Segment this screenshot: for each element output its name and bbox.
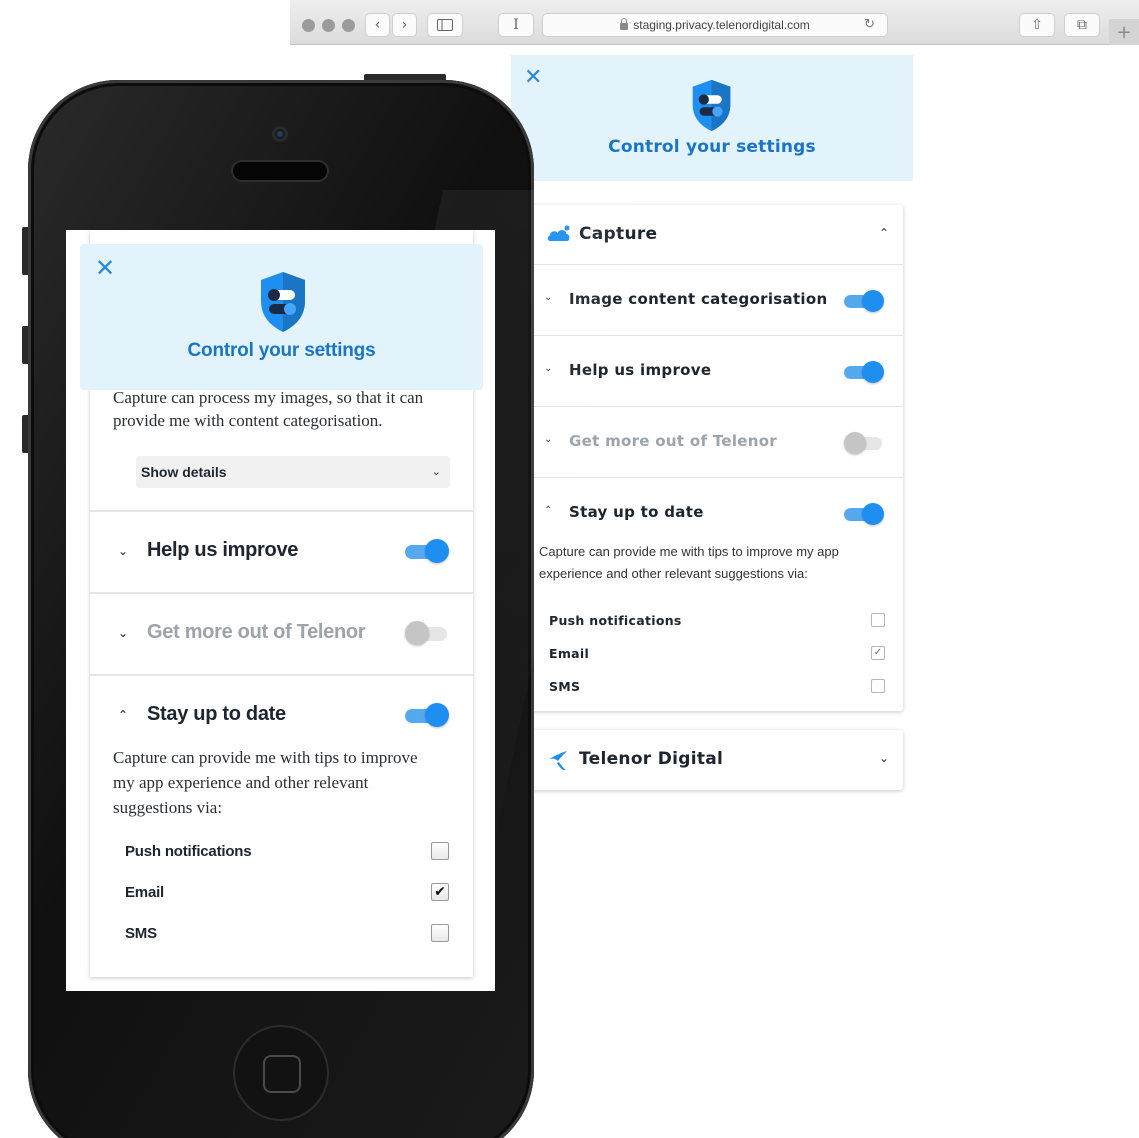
image-categorisation-description: Capture can process my images, so that i… xyxy=(113,388,424,430)
tabs-icon[interactable]: ⧉ xyxy=(1064,13,1100,37)
option-push-notifications[interactable]: Push notifications xyxy=(125,840,449,864)
option-email[interactable]: Email ✔ xyxy=(125,881,449,905)
stay-description: Capture can provide me with tips to impr… xyxy=(539,544,839,581)
sms-checkbox[interactable] xyxy=(871,679,885,693)
stay-description: Capture can provide me with tips to impr… xyxy=(113,748,418,817)
shield-settings-icon xyxy=(692,79,731,132)
shield-settings-icon xyxy=(261,272,305,332)
option-email[interactable]: Email ✓ xyxy=(549,644,885,664)
email-checkbox[interactable]: ✔ xyxy=(431,883,449,901)
push-notifications-checkbox[interactable] xyxy=(871,613,885,627)
sidebar-icon[interactable] xyxy=(427,13,463,37)
close-window-dot[interactable] xyxy=(302,19,315,32)
option-label: Email xyxy=(125,884,165,901)
show-details-button[interactable]: Show details ⌄ xyxy=(136,456,450,488)
option-push-notifications[interactable]: Push notifications xyxy=(549,611,885,631)
chevron-down-icon[interactable]: ⌄ xyxy=(118,544,128,558)
close-icon[interactable]: ✕ xyxy=(95,256,115,280)
push-notifications-checkbox[interactable] xyxy=(431,842,449,860)
setting-row-stay-up-to-date: ⌃ Stay up to date Capture can provide me… xyxy=(531,478,903,710)
phone-camera xyxy=(272,126,288,142)
option-sms[interactable]: SMS xyxy=(549,677,885,697)
help-improve-toggle[interactable] xyxy=(405,539,449,564)
chevron-down-icon: ⌄ xyxy=(431,465,441,478)
lock-icon xyxy=(620,17,629,30)
browser-toolbar: ‹ › I staging.privacy.telenordigital.com… xyxy=(290,0,1139,45)
page-title: Control your settings xyxy=(608,137,816,157)
option-label: SMS xyxy=(125,925,157,942)
option-sms[interactable]: SMS xyxy=(125,922,449,946)
phone-screen: Capture can process my images, so that i… xyxy=(66,230,495,991)
forward-icon[interactable]: › xyxy=(392,13,417,37)
reader-icon[interactable]: I xyxy=(498,13,534,37)
chevron-up-icon[interactable]: ⌃ xyxy=(879,226,889,240)
mobile-row-help-improve[interactable]: ⌄ Help us improve xyxy=(90,518,473,588)
sms-checkbox[interactable] xyxy=(431,924,449,942)
desktop-header: ✕ Control your settings xyxy=(511,55,913,181)
phone-speaker xyxy=(233,162,327,180)
setting-label: Get more out of Telenor xyxy=(569,432,778,450)
chevron-down-icon[interactable]: ⌄ xyxy=(118,626,128,640)
telenor-digital-card[interactable]: Telenor Digital ⌄ xyxy=(531,730,903,790)
url-text: staging.privacy.telenordigital.com xyxy=(633,18,810,32)
stay-up-to-date-toggle[interactable] xyxy=(405,703,449,728)
stay-up-to-date-header[interactable]: ⌃ Stay up to date xyxy=(531,478,903,548)
setting-label: Stay up to date xyxy=(569,503,704,521)
option-label: SMS xyxy=(549,679,581,694)
stay-up-to-date-toggle[interactable] xyxy=(844,503,884,525)
back-icon[interactable]: ‹ xyxy=(365,13,390,37)
share-icon[interactable]: ⇧ xyxy=(1019,13,1055,37)
image-categorisation-toggle[interactable] xyxy=(844,290,884,312)
zoom-window-dot[interactable] xyxy=(342,19,355,32)
mobile-header: ✕ Control your settings xyxy=(80,244,483,390)
option-label: Email xyxy=(549,646,590,661)
new-tab-icon[interactable]: + xyxy=(1109,19,1139,45)
page-title: Control your settings xyxy=(187,340,376,361)
mobile-row-get-more[interactable]: ⌄ Get more out of Telenor xyxy=(90,600,473,670)
telenor-card-header[interactable]: Telenor Digital ⌄ xyxy=(531,730,903,790)
minimize-window-dot[interactable] xyxy=(322,19,335,32)
phone-home-button[interactable] xyxy=(233,1025,329,1121)
help-improve-toggle[interactable] xyxy=(844,361,884,383)
close-icon[interactable]: ✕ xyxy=(524,67,542,89)
show-details-label: Show details xyxy=(141,464,227,480)
get-more-toggle[interactable] xyxy=(405,621,449,646)
setting-label: Help us improve xyxy=(147,539,299,561)
option-label: Push notifications xyxy=(549,613,682,628)
get-more-toggle[interactable] xyxy=(844,432,884,454)
option-label: Push notifications xyxy=(125,843,252,860)
address-bar[interactable]: staging.privacy.telenordigital.com ↻ xyxy=(542,13,888,37)
chevron-up-icon[interactable]: ⌃ xyxy=(118,708,128,722)
email-checkbox[interactable]: ✓ xyxy=(871,646,885,660)
telenor-logo-icon xyxy=(549,751,567,770)
setting-label: Get more out of Telenor xyxy=(147,621,366,643)
reload-icon[interactable]: ↻ xyxy=(864,17,875,32)
setting-label: Stay up to date xyxy=(147,703,286,725)
telenor-title: Telenor Digital xyxy=(579,749,724,769)
chevron-down-icon[interactable]: ⌄ xyxy=(879,751,889,765)
setting-row-get-more[interactable]: ⌄ Get more out of Telenor xyxy=(531,407,903,478)
mobile-row-stay-up-to-date[interactable]: ⌃ Stay up to date xyxy=(90,682,473,752)
